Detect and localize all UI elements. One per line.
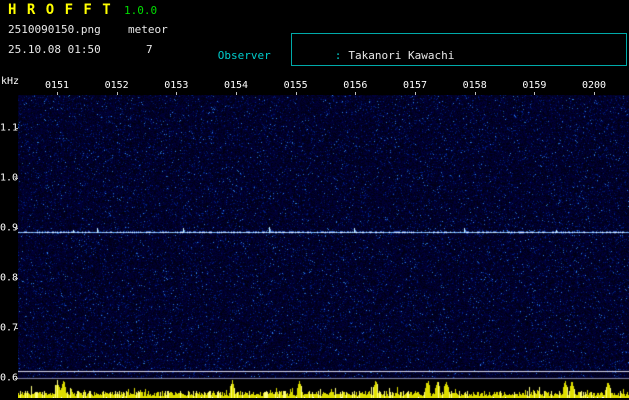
mode-label: meteor <box>128 23 168 36</box>
y-axis-unit-label: kHz <box>1 76 20 87</box>
x-tick-label: 0151 <box>44 80 70 91</box>
y-tick-label: 1.0 <box>0 172 19 184</box>
info-value: Takanori Kawachi <box>348 49 455 62</box>
info-label: Observer <box>217 49 271 62</box>
y-tick-label: 0.7 <box>0 322 19 334</box>
y-tick-label: 0.6 <box>0 372 19 384</box>
x-tick-label: 0152 <box>104 80 129 91</box>
y-tick-label: 0.9 <box>0 222 19 234</box>
hrofft-window: H R O F F T 1.0.0 2510090150.png meteor … <box>0 0 629 400</box>
meteor-count-value: 7 <box>146 43 153 56</box>
y-tick-label: 1.1 <box>0 122 19 134</box>
app-title: H R O F F T <box>8 2 112 18</box>
y-tick-label: 0.8 <box>0 272 19 284</box>
info-row-observer: Observer: Takanori Kawachi <box>178 33 587 78</box>
output-filename: 2510090150.png <box>8 23 101 36</box>
app-version: 1.0.0 <box>124 4 158 17</box>
observation-datetime: 25.10.08 01:50 <box>8 43 101 56</box>
spectrogram-canvas <box>18 95 629 398</box>
